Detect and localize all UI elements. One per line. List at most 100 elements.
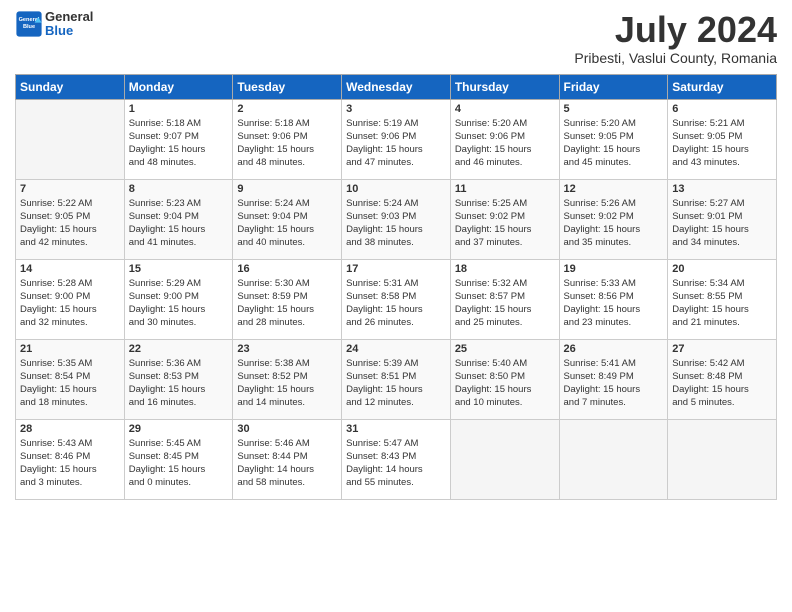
logo-text: General Blue	[45, 10, 93, 39]
calendar-week-2: 7Sunrise: 5:22 AMSunset: 9:05 PMDaylight…	[16, 179, 777, 259]
day-number: 22	[129, 343, 229, 355]
day-info: Sunrise: 5:35 AMSunset: 8:54 PMDaylight:…	[20, 357, 120, 410]
day-info: Sunrise: 5:47 AMSunset: 8:43 PMDaylight:…	[346, 437, 446, 490]
location: Pribesti, Vaslui County, Romania	[574, 50, 777, 66]
calendar-cell: 13Sunrise: 5:27 AMSunset: 9:01 PMDayligh…	[668, 179, 777, 259]
day-info: Sunrise: 5:22 AMSunset: 9:05 PMDaylight:…	[20, 197, 120, 250]
day-number: 20	[672, 263, 772, 275]
day-number: 16	[237, 263, 337, 275]
calendar-cell	[16, 99, 125, 179]
calendar-cell: 5 Sunrise: 5:20 AMSunset: 9:05 PMDaylight…	[559, 99, 668, 179]
calendar-cell: 6Sunrise: 5:21 AMSunset: 9:05 PMDaylight…	[668, 99, 777, 179]
day-info: Sunrise: 5:40 AMSunset: 8:50 PMDaylight:…	[455, 357, 555, 410]
col-saturday: Saturday	[668, 74, 777, 99]
day-info: Sunrise: 5:45 AMSunset: 8:45 PMDaylight:…	[129, 437, 229, 490]
day-number: 9	[237, 183, 337, 195]
day-info: Sunrise: 5:34 AMSunset: 8:55 PMDaylight:…	[672, 277, 772, 330]
day-number: 3	[346, 103, 446, 115]
calendar-week-4: 21 Sunrise: 5:35 AMSunset: 8:54 PMDayligh…	[16, 339, 777, 419]
calendar-cell: 2 Sunrise: 5:18 AMSunset: 9:06 PMDaylight…	[233, 99, 342, 179]
day-info: Sunrise: 5:42 AMSunset: 8:48 PMDaylight:…	[672, 357, 772, 410]
day-number: 31	[346, 423, 446, 435]
calendar-table: Sunday Monday Tuesday Wednesday Thursday…	[15, 74, 777, 500]
logo: General Blue General Blue	[15, 10, 93, 39]
calendar-cell: 14 Sunrise: 5:28 AMSunset: 9:00 PMDayligh…	[16, 259, 125, 339]
calendar-cell: 15Sunrise: 5:29 AMSunset: 9:00 PMDayligh…	[124, 259, 233, 339]
calendar-cell: 26 Sunrise: 5:41 AMSunset: 8:49 PMDayligh…	[559, 339, 668, 419]
calendar-cell: 16Sunrise: 5:30 AMSunset: 8:59 PMDayligh…	[233, 259, 342, 339]
day-info: Sunrise: 5:19 AMSunset: 9:06 PMDaylight:…	[346, 117, 446, 170]
day-number: 23	[237, 343, 337, 355]
day-info: Sunrise: 5:33 AMSunset: 8:56 PMDaylight:…	[564, 277, 664, 330]
calendar-body: 1 Sunrise: 5:18 AMSunset: 9:07 PMDaylight…	[16, 99, 777, 499]
calendar-cell: 23 Sunrise: 5:38 AMSunset: 8:52 PMDayligh…	[233, 339, 342, 419]
day-number: 19	[564, 263, 664, 275]
calendar-cell: 3 Sunrise: 5:19 AMSunset: 9:06 PMDaylight…	[342, 99, 451, 179]
day-number: 1	[129, 103, 229, 115]
col-sunday: Sunday	[16, 74, 125, 99]
month-year: July 2024	[574, 10, 777, 50]
calendar-cell: 27 Sunrise: 5:42 AMSunset: 8:48 PMDayligh…	[668, 339, 777, 419]
calendar-cell: 11Sunrise: 5:25 AMSunset: 9:02 PMDayligh…	[450, 179, 559, 259]
calendar-week-5: 28Sunrise: 5:43 AMSunset: 8:46 PMDayligh…	[16, 419, 777, 499]
day-number: 13	[672, 183, 772, 195]
day-number: 25	[455, 343, 555, 355]
day-number: 21	[20, 343, 120, 355]
day-number: 4	[455, 103, 555, 115]
day-info: Sunrise: 5:46 AMSunset: 8:44 PMDaylight:…	[237, 437, 337, 490]
calendar-cell: 24 Sunrise: 5:39 AMSunset: 8:51 PMDayligh…	[342, 339, 451, 419]
col-thursday: Thursday	[450, 74, 559, 99]
day-info: Sunrise: 5:24 AMSunset: 9:04 PMDaylight:…	[237, 197, 337, 250]
day-number: 30	[237, 423, 337, 435]
calendar-cell: 4 Sunrise: 5:20 AMSunset: 9:06 PMDaylight…	[450, 99, 559, 179]
calendar-cell: 12 Sunrise: 5:26 AMSunset: 9:02 PMDayligh…	[559, 179, 668, 259]
day-info: Sunrise: 5:38 AMSunset: 8:52 PMDaylight:…	[237, 357, 337, 410]
calendar-cell: 30 Sunrise: 5:46 AMSunset: 8:44 PMDayligh…	[233, 419, 342, 499]
calendar-cell	[450, 419, 559, 499]
svg-text:Blue: Blue	[23, 24, 35, 30]
day-info: Sunrise: 5:28 AMSunset: 9:00 PMDaylight:…	[20, 277, 120, 330]
calendar-week-1: 1 Sunrise: 5:18 AMSunset: 9:07 PMDaylight…	[16, 99, 777, 179]
header: General Blue General Blue July 2024 Prib…	[15, 10, 777, 66]
day-info: Sunrise: 5:20 AMSunset: 9:05 PMDaylight:…	[564, 117, 664, 170]
calendar-cell: 25 Sunrise: 5:40 AMSunset: 8:50 PMDayligh…	[450, 339, 559, 419]
day-info: Sunrise: 5:20 AMSunset: 9:06 PMDaylight:…	[455, 117, 555, 170]
day-info: Sunrise: 5:32 AMSunset: 8:57 PMDaylight:…	[455, 277, 555, 330]
day-number: 24	[346, 343, 446, 355]
day-number: 27	[672, 343, 772, 355]
main-container: General Blue General Blue July 2024 Prib…	[0, 0, 792, 612]
day-number: 28	[20, 423, 120, 435]
logo-general: General	[45, 10, 93, 24]
calendar-cell: 21 Sunrise: 5:35 AMSunset: 8:54 PMDayligh…	[16, 339, 125, 419]
calendar-cell: 10Sunrise: 5:24 AMSunset: 9:03 PMDayligh…	[342, 179, 451, 259]
day-number: 17	[346, 263, 446, 275]
day-info: Sunrise: 5:18 AMSunset: 9:06 PMDaylight:…	[237, 117, 337, 170]
day-info: Sunrise: 5:26 AMSunset: 9:02 PMDaylight:…	[564, 197, 664, 250]
day-number: 2	[237, 103, 337, 115]
day-info: Sunrise: 5:36 AMSunset: 8:53 PMDaylight:…	[129, 357, 229, 410]
calendar-cell: 22 Sunrise: 5:36 AMSunset: 8:53 PMDayligh…	[124, 339, 233, 419]
day-info: Sunrise: 5:21 AMSunset: 9:05 PMDaylight:…	[672, 117, 772, 170]
calendar-cell: 29Sunrise: 5:45 AMSunset: 8:45 PMDayligh…	[124, 419, 233, 499]
day-info: Sunrise: 5:23 AMSunset: 9:04 PMDaylight:…	[129, 197, 229, 250]
day-number: 18	[455, 263, 555, 275]
calendar-cell: 7Sunrise: 5:22 AMSunset: 9:05 PMDaylight…	[16, 179, 125, 259]
day-number: 14	[20, 263, 120, 275]
calendar-cell: 18 Sunrise: 5:32 AMSunset: 8:57 PMDayligh…	[450, 259, 559, 339]
calendar-cell: 28Sunrise: 5:43 AMSunset: 8:46 PMDayligh…	[16, 419, 125, 499]
day-info: Sunrise: 5:18 AMSunset: 9:07 PMDaylight:…	[129, 117, 229, 170]
col-monday: Monday	[124, 74, 233, 99]
day-number: 26	[564, 343, 664, 355]
day-number: 12	[564, 183, 664, 195]
calendar-cell: 9 Sunrise: 5:24 AMSunset: 9:04 PMDaylight…	[233, 179, 342, 259]
day-number: 5	[564, 103, 664, 115]
calendar-cell: 1 Sunrise: 5:18 AMSunset: 9:07 PMDaylight…	[124, 99, 233, 179]
day-info: Sunrise: 5:41 AMSunset: 8:49 PMDaylight:…	[564, 357, 664, 410]
calendar-cell: 17 Sunrise: 5:31 AMSunset: 8:58 PMDayligh…	[342, 259, 451, 339]
day-info: Sunrise: 5:39 AMSunset: 8:51 PMDaylight:…	[346, 357, 446, 410]
day-info: Sunrise: 5:31 AMSunset: 8:58 PMDaylight:…	[346, 277, 446, 330]
day-number: 15	[129, 263, 229, 275]
calendar-cell: 19 Sunrise: 5:33 AMSunset: 8:56 PMDayligh…	[559, 259, 668, 339]
logo-icon: General Blue	[15, 10, 43, 38]
calendar-week-3: 14 Sunrise: 5:28 AMSunset: 9:00 PMDayligh…	[16, 259, 777, 339]
